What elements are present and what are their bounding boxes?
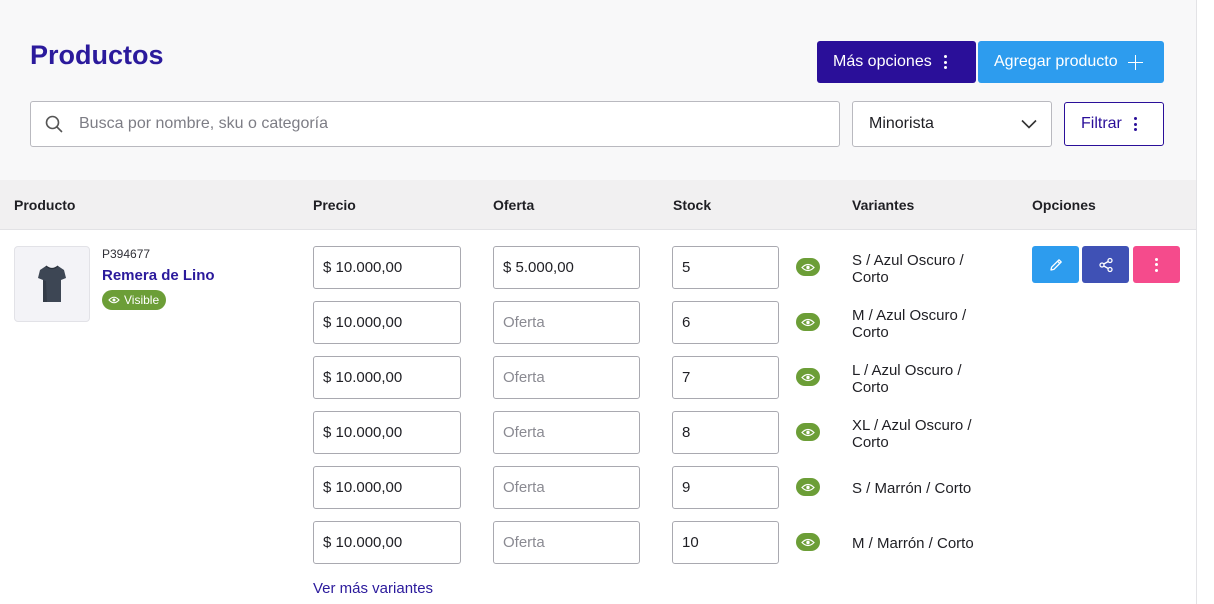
column-header-product: Producto [14, 197, 76, 213]
add-product-label: Agregar producto [994, 53, 1118, 70]
offer-input[interactable]: Oferta [493, 411, 640, 454]
stock-input[interactable]: 6 [672, 301, 779, 344]
share-product-button[interactable] [1082, 246, 1129, 283]
variant-label: M / Azul Oscuro / Corto [852, 307, 967, 341]
table-header: Producto Precio Oferta Stock Variantes O… [0, 180, 1196, 230]
product-thumbnail[interactable] [14, 246, 90, 322]
visibility-toggle[interactable] [796, 478, 820, 496]
products-page: Productos Más opciones Agregar producto … [0, 0, 1196, 604]
add-product-button[interactable]: Agregar producto [978, 41, 1164, 83]
visibility-status-label: Visible [124, 293, 160, 307]
variant-label: S / Marrón / Corto [852, 480, 972, 497]
chevron-down-icon [1021, 119, 1037, 129]
offer-input[interactable]: Oferta [493, 301, 640, 344]
visibility-toggle[interactable] [796, 313, 820, 331]
offer-input[interactable]: $ 5.000,00 [493, 246, 640, 289]
more-vertical-icon [1133, 117, 1137, 131]
product-more-options-button[interactable] [1133, 246, 1180, 283]
filter-button[interactable]: Filtrar [1064, 102, 1164, 146]
eye-icon [801, 263, 815, 271]
eye-icon [801, 428, 815, 436]
variant-label: S / Azul Oscuro / Corto [852, 252, 964, 286]
filter-label: Filtrar [1081, 115, 1122, 132]
stock-input[interactable]: 5 [672, 246, 779, 289]
offer-input[interactable]: Oferta [493, 356, 640, 399]
price-list-select[interactable]: Minorista [852, 101, 1052, 147]
column-header-price: Precio [313, 197, 356, 213]
stock-input[interactable]: 10 [672, 521, 779, 564]
edit-icon [1049, 258, 1062, 271]
plus-icon [1127, 54, 1143, 70]
eye-icon [801, 538, 815, 546]
column-header-offer: Oferta [493, 197, 535, 213]
price-input[interactable]: $ 10.000,00 [313, 411, 461, 454]
tshirt-image [38, 265, 66, 302]
eye-icon [801, 373, 815, 381]
column-header-options: Opciones [1032, 197, 1096, 213]
stock-input[interactable]: 7 [672, 356, 779, 399]
offer-input[interactable]: Oferta [493, 466, 640, 509]
eye-icon [801, 483, 815, 491]
product-sku: P394677 [102, 247, 151, 261]
price-input[interactable]: $ 10.000,00 [313, 301, 461, 344]
variant-label: L / Azul Oscuro / Corto [852, 362, 962, 396]
more-vertical-icon [1155, 257, 1158, 272]
eye-icon [801, 318, 815, 326]
visibility-toggle[interactable] [796, 423, 820, 441]
share-icon [1098, 257, 1113, 272]
visibility-toggle[interactable] [796, 368, 820, 386]
variant-label: XL / Azul Oscuro / Corto [852, 417, 972, 451]
column-header-variants: Variantes [852, 197, 915, 213]
product-name-link[interactable]: Remera de Lino [102, 267, 215, 284]
edit-product-button[interactable] [1032, 246, 1079, 283]
price-input[interactable]: $ 10.000,00 [313, 356, 461, 399]
see-more-variants-link[interactable]: Ver más variantes [313, 580, 433, 597]
visibility-status-badge: Visible [102, 290, 167, 310]
price-input[interactable]: $ 10.000,00 [313, 466, 461, 509]
price-input[interactable]: $ 10.000,00 [313, 246, 461, 289]
more-options-label: Más opciones [833, 53, 932, 70]
stock-input[interactable]: 9 [672, 466, 779, 509]
price-list-value: Minorista [869, 115, 934, 132]
offer-input[interactable]: Oferta [493, 521, 640, 564]
page-title: Productos [30, 40, 164, 70]
price-input[interactable]: $ 10.000,00 [313, 521, 461, 564]
variant-label: M / Marrón / Corto [852, 535, 974, 552]
visibility-toggle[interactable] [796, 258, 820, 276]
search-input[interactable] [79, 115, 779, 133]
visibility-toggle[interactable] [796, 533, 820, 551]
eye-icon [108, 296, 120, 304]
search-icon [45, 115, 63, 133]
more-vertical-icon [943, 55, 947, 69]
more-options-button[interactable]: Más opciones [817, 41, 976, 83]
stock-input[interactable]: 8 [672, 411, 779, 454]
search-field[interactable] [30, 101, 840, 147]
page-scrollbar[interactable] [1196, 0, 1214, 604]
page-header: Productos Más opciones Agregar producto … [0, 0, 1196, 180]
column-header-stock: Stock [673, 197, 712, 213]
